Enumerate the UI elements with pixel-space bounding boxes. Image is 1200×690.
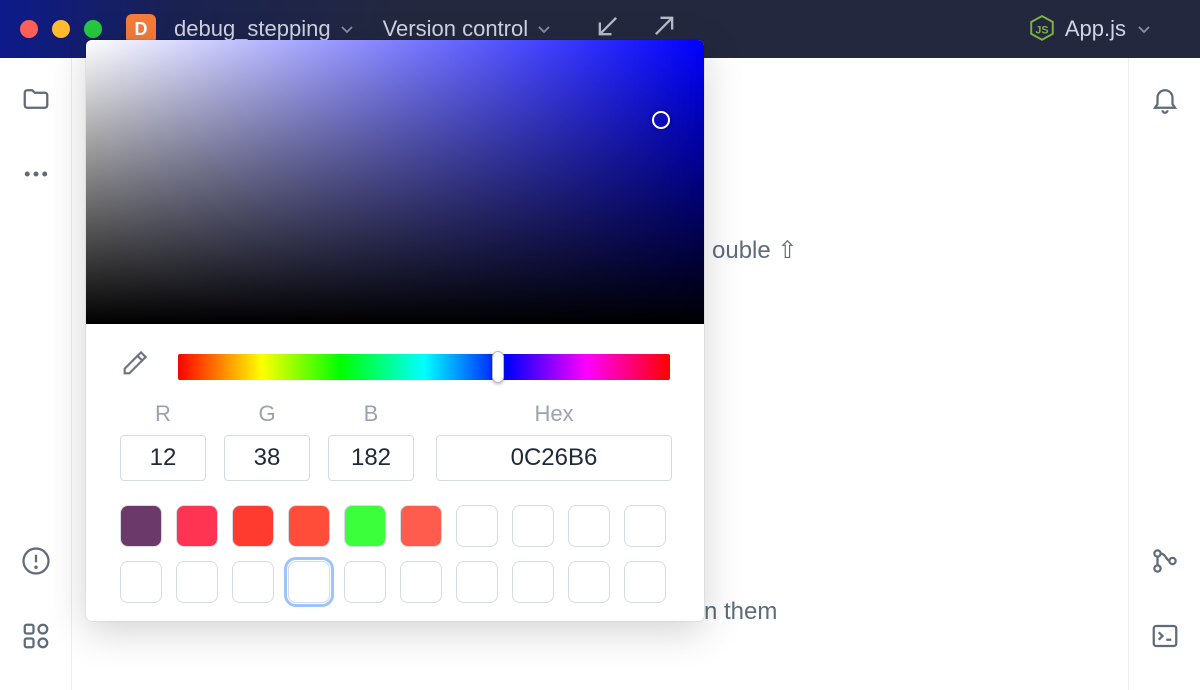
sv-handle[interactable] [652, 111, 670, 129]
color-swatch[interactable] [624, 561, 666, 603]
vcs-button[interactable] [1150, 546, 1180, 581]
svg-text:JS: JS [1035, 24, 1048, 36]
g-input[interactable] [224, 435, 310, 481]
color-swatch[interactable] [456, 561, 498, 603]
window-close-button[interactable] [20, 20, 38, 38]
project-pane-button[interactable] [21, 84, 51, 119]
color-swatch[interactable] [344, 505, 386, 547]
color-swatch[interactable] [232, 505, 274, 547]
color-picker-popup: R G B Hex [86, 40, 704, 621]
window-controls [20, 20, 102, 38]
swatch-grid [86, 487, 704, 603]
color-swatch[interactable] [456, 505, 498, 547]
r-input[interactable] [120, 435, 206, 481]
hue-handle[interactable] [492, 351, 504, 383]
structure-button[interactable] [21, 621, 51, 656]
color-swatch[interactable] [568, 561, 610, 603]
color-swatch[interactable] [400, 561, 442, 603]
color-swatch[interactable] [568, 505, 610, 547]
color-swatch[interactable] [120, 561, 162, 603]
file-name: App.js [1065, 16, 1126, 42]
saturation-value-field[interactable] [86, 40, 704, 324]
color-swatch[interactable] [288, 561, 330, 603]
search-hint-text: ouble ⇧ [712, 236, 798, 265]
chevron-down-icon [339, 21, 355, 37]
vcs-label: Version control [383, 16, 529, 42]
color-swatch[interactable] [176, 505, 218, 547]
color-swatch[interactable] [512, 561, 554, 603]
color-swatch[interactable] [288, 505, 330, 547]
color-swatch[interactable] [120, 505, 162, 547]
b-input[interactable] [328, 435, 414, 481]
chevron-down-icon [1136, 21, 1152, 37]
window-minimize-button[interactable] [52, 20, 70, 38]
drop-hint-text: n them [704, 598, 777, 626]
hue-slider[interactable] [178, 354, 670, 380]
hex-label: Hex [534, 401, 573, 427]
terminal-button[interactable] [1150, 621, 1180, 656]
color-swatch[interactable] [400, 505, 442, 547]
right-tool-stripe [1128, 58, 1200, 690]
color-swatch[interactable] [512, 505, 554, 547]
nodejs-icon: JS [1029, 16, 1055, 42]
left-tool-stripe [0, 58, 72, 690]
vcs-selector[interactable]: Version control [383, 16, 553, 42]
file-selector[interactable]: JS App.js [1029, 16, 1152, 42]
b-label: B [364, 401, 379, 427]
r-label: R [155, 401, 171, 427]
color-swatch[interactable] [176, 561, 218, 603]
g-label: G [258, 401, 275, 427]
project-name: debug_stepping [174, 16, 331, 42]
color-inputs-row: R G B Hex [86, 401, 704, 487]
more-button[interactable] [21, 159, 51, 194]
chevron-down-icon [536, 21, 552, 37]
window-maximize-button[interactable] [84, 20, 102, 38]
hex-input[interactable] [436, 435, 672, 481]
color-swatch[interactable] [344, 561, 386, 603]
eyedropper-button[interactable] [120, 350, 148, 383]
notifications-button[interactable] [1150, 84, 1180, 119]
color-swatch[interactable] [624, 505, 666, 547]
problems-button[interactable] [21, 546, 51, 581]
color-swatch[interactable] [232, 561, 274, 603]
